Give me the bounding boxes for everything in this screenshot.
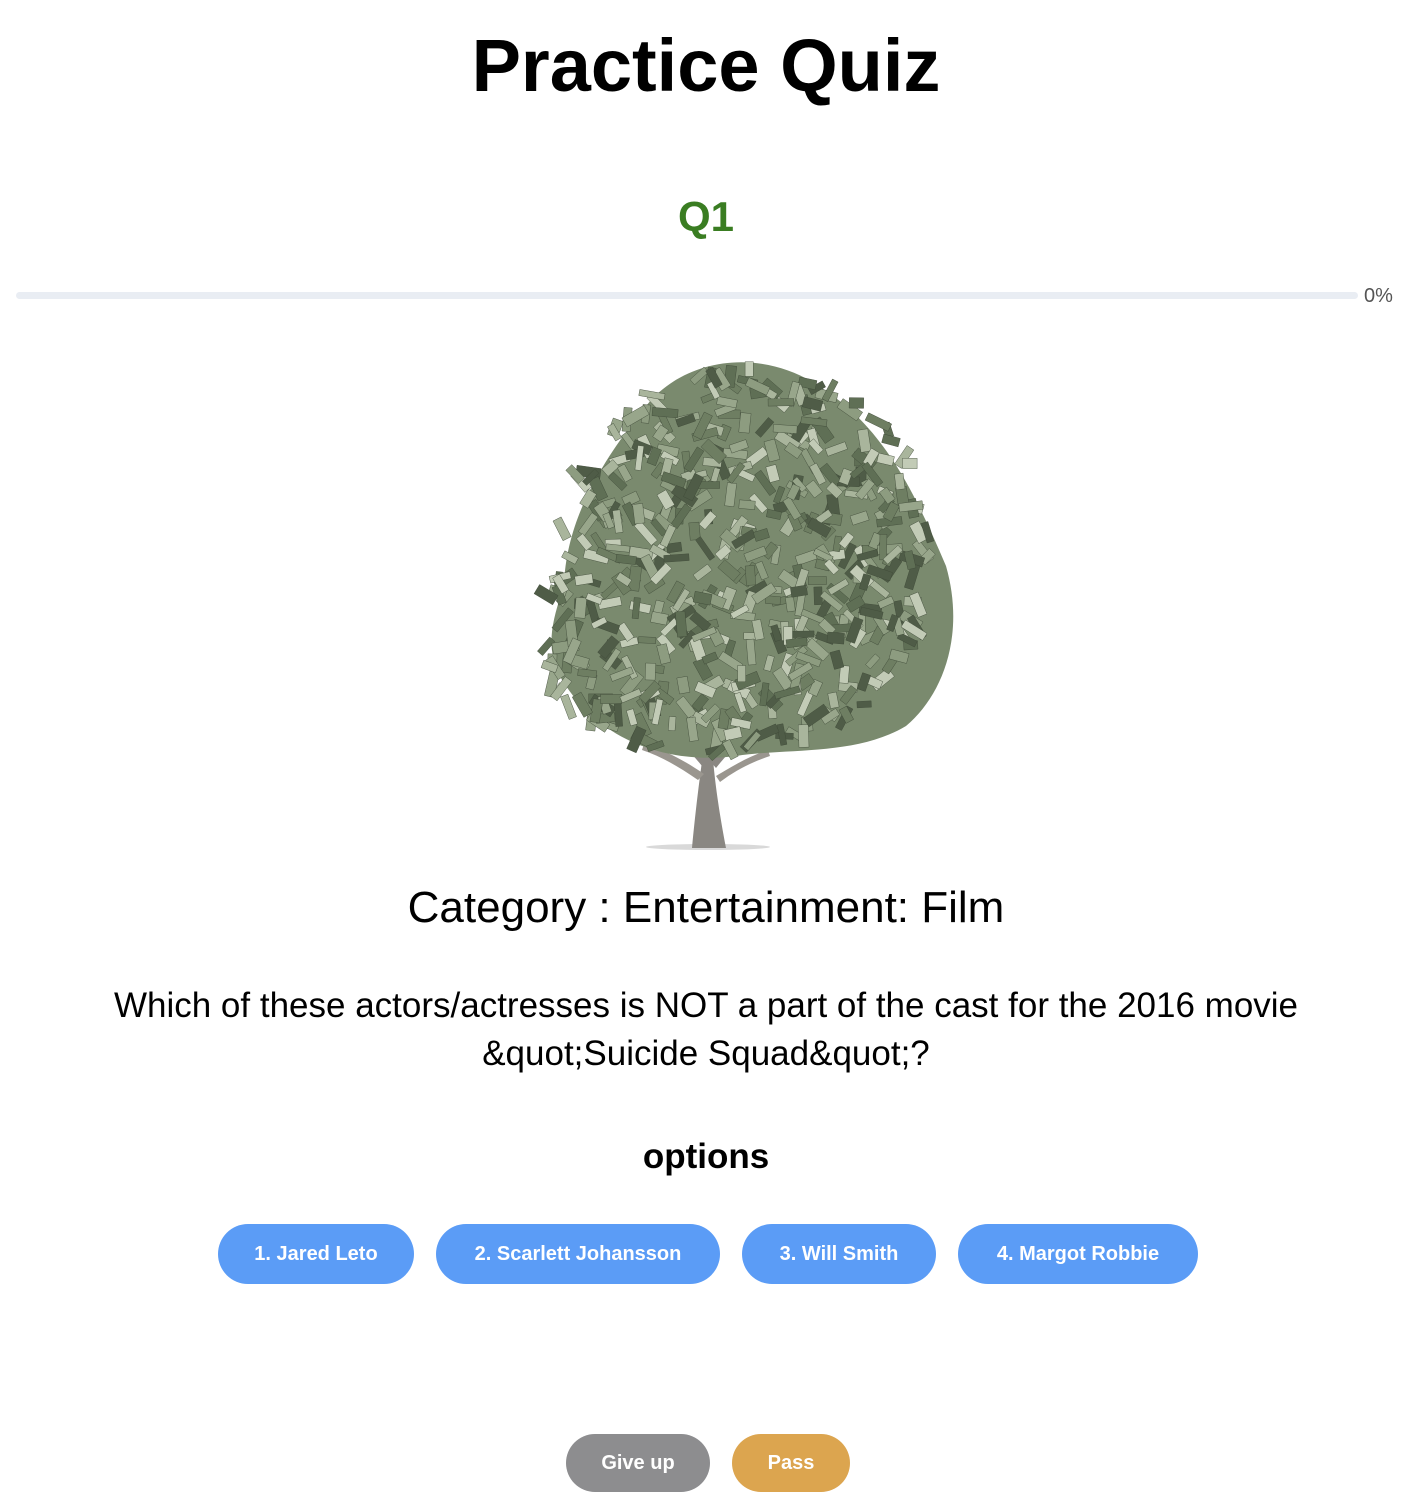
- options-heading: options: [642, 1137, 770, 1176]
- pass-button[interactable]: Pass: [732, 1434, 850, 1492]
- money-tree-image: [446, 336, 962, 852]
- option-button-1[interactable]: 1. Jared Leto: [218, 1224, 414, 1284]
- give-up-button[interactable]: Give up: [566, 1434, 710, 1492]
- page-title: Practice Quiz: [471, 24, 941, 107]
- option-button-4[interactable]: 4. Margot Robbie: [958, 1224, 1198, 1284]
- progress-bar: [16, 292, 1358, 299]
- question-text: Which of these actors/actresses is NOT a…: [113, 986, 1299, 1073]
- option-button-2[interactable]: 2. Scarlett Johansson: [436, 1224, 720, 1284]
- category-label: Category : Entertainment: Film: [407, 883, 1005, 932]
- question-number: Q1: [677, 193, 735, 240]
- option-button-3[interactable]: 3. Will Smith: [742, 1224, 936, 1284]
- progress-percent-label: 0%: [1364, 285, 1393, 307]
